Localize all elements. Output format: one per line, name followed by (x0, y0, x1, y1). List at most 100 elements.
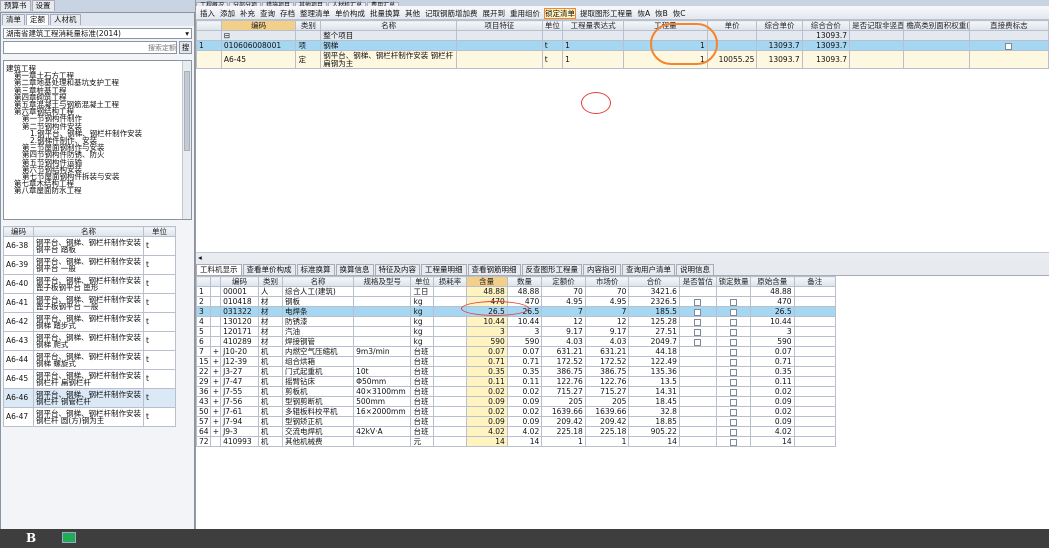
bottom-tab-0[interactable]: 工料机显示 (196, 264, 242, 275)
resource-row[interactable]: 7 + J10-20 机内燃空气压缩机 9m3/min 台班 0.07 0.07 631.21 6… (196, 346, 837, 357)
tree-node[interactable]: 第八章屋面防水工程 (6, 187, 189, 195)
checkbox[interactable] (729, 428, 737, 436)
tab-budget[interactable]: 预算书 (0, 0, 31, 11)
toolbar-item-8[interactable]: 其他 (405, 9, 420, 18)
resource-row[interactable]: 29 + J7-47 机摇臂钻床 Φ50mm 台班 0.11 0.11 122.76 122.76… (196, 376, 837, 387)
search-button[interactable]: 搜 (179, 41, 192, 54)
checkbox[interactable] (694, 308, 702, 316)
quota-row[interactable]: A6-46 钢平台、钢梯、钢栏杆制作安装 钢栏杆 钢管栏杆 t (3, 388, 176, 408)
checkbox[interactable] (729, 398, 737, 406)
direct-fee-checkbox[interactable] (1005, 42, 1013, 50)
resource-row[interactable]: 6 410289 材焊接钢管 kg 590 590 4.03 4.03 2049.7 590 (196, 336, 837, 347)
quota-row[interactable]: A6-40 钢平台、钢梯、钢栏杆制作安装 篦子板钢平台 篦形 t (3, 274, 176, 294)
bottom-tab-8[interactable]: 内容指引 (583, 264, 621, 275)
bill-cell-expr[interactable]: 1 (562, 40, 625, 51)
bottom-tab-3[interactable]: 换算信息 (335, 264, 374, 275)
resource-row[interactable]: 50 + J7-61 机多辊板料校平机 16×2000mm 台班 0.02 0.02 1639.… (196, 406, 837, 417)
bottom-tab-1[interactable]: 查看单价构成 (242, 264, 296, 275)
search-input[interactable] (3, 41, 177, 54)
image-icon[interactable] (62, 532, 76, 543)
toolbar-item-6[interactable]: 单价构成 (335, 9, 365, 18)
tab-top-4[interactable]: 人材机汇总 (328, 2, 367, 6)
tree-scrollbar[interactable] (182, 61, 191, 219)
tab-top-0[interactable]: 工程概况 (196, 2, 229, 6)
resource-row[interactable]: 43 + J7-56 机型钢剪断机 500mm 台班 0.09 0.09 205 205 18.45… (196, 396, 837, 407)
tab-top-5[interactable]: 费用汇总 (367, 2, 400, 6)
h-scrollbar[interactable]: ◂ (196, 252, 1049, 262)
toolbar-item-2[interactable]: 补充 (240, 9, 255, 18)
toolbar-item-15[interactable]: 恢B (655, 9, 668, 18)
resource-row[interactable]: 22 + J3-27 机门式起重机 10t 台班 0.35 0.35 386.75 386.75 1… (196, 366, 837, 377)
toolbar-item-7[interactable]: 批量换算 (370, 9, 400, 18)
quota-row[interactable]: A6-45 钢平台、钢梯、钢栏杆制作安装 钢栏杆 扁钢栏杆 t (3, 369, 176, 389)
checkbox[interactable] (729, 348, 737, 356)
quota-row[interactable]: A6-38 钢平台、钢梯、钢栏杆制作安装 钢平台 踏板 t (3, 236, 176, 256)
checkbox[interactable] (729, 338, 737, 346)
toolbar-item-0[interactable]: 插入 (200, 9, 215, 18)
checkbox[interactable] (729, 418, 737, 426)
checkbox[interactable] (729, 318, 737, 326)
toolbar-item-1[interactable]: 添加 (220, 9, 235, 18)
checkbox[interactable] (729, 308, 737, 316)
checkbox[interactable] (694, 338, 702, 346)
toolbar-item-12[interactable]: 锁定清单 (544, 8, 576, 19)
quota-row[interactable]: A6-44 钢平台、钢梯、钢栏杆制作安装 钢梯 螺旋式 t (3, 350, 176, 370)
chevron-down-icon[interactable]: ▾ (185, 29, 189, 38)
bottom-tab-7[interactable]: 反查图形工程量 (521, 264, 582, 275)
tab-top-3[interactable]: 其他项目 (295, 2, 328, 6)
toolbar-item-11[interactable]: 重用组价 (510, 9, 540, 18)
checkbox[interactable] (729, 388, 737, 396)
toolbar-item-10[interactable]: 展开到 (483, 9, 506, 18)
resource-row[interactable]: 72 410993 机其他机械费元 14 14 1 1 14 14 (196, 436, 837, 447)
checkbox[interactable] (694, 318, 702, 326)
resource-row[interactable]: 64 + J9-3 机交流电焊机 42kV·A 台班 4.02 4.02 225.18 225.1… (196, 426, 837, 437)
quota-row[interactable]: A6-39 钢平台、钢梯、钢栏杆制作安装 钢平台 一般 t (3, 255, 176, 275)
resource-row[interactable]: 4 130120 材防锈漆 kg 10.44 10.44 12 12 125.28 10.44 (196, 316, 837, 327)
chevron-left-icon[interactable]: ◂ (198, 253, 202, 262)
bottom-tab-9[interactable]: 查询用户清单 (622, 264, 675, 275)
tab-top-1[interactable]: 分部分项 (229, 2, 262, 6)
toolbar-item-14[interactable]: 恢A (638, 9, 651, 18)
tab-settings[interactable]: 设置 (31, 0, 55, 11)
checkbox[interactable] (729, 368, 737, 376)
total-row[interactable]: ⊟ 整个项目 13093.7 (196, 30, 1049, 41)
toolbar-item-16[interactable]: 恢C (673, 9, 686, 18)
quota-row[interactable]: A6-43 钢平台、钢梯、钢栏杆制作安装 钢梯 爬式 t (3, 331, 176, 351)
toolbar-item-4[interactable]: 存档 (280, 9, 295, 18)
bill-cell-expr[interactable]: 1 (562, 50, 625, 69)
checkbox[interactable] (729, 298, 737, 306)
quota-row[interactable]: A6-47 钢平台、钢梯、钢栏杆制作安装 钢栏杆 圆(方)钢为主 t (3, 407, 176, 427)
bottom-tab-10[interactable]: 说明信息 (676, 264, 714, 275)
bill-row[interactable]: 1 010606008001 项钢梯 t 1 1 13093.7 13093.7 (196, 40, 1049, 51)
checkbox[interactable] (729, 408, 737, 416)
tab-bill[interactable]: 清单 (2, 14, 25, 25)
resource-row[interactable]: 57 + J7-94 机型钢矫正机 台班 0.09 0.09 209.42 209.42 18.8… (196, 416, 837, 427)
checkbox[interactable] (729, 358, 737, 366)
bottom-tab-5[interactable]: 工程量明细 (421, 264, 467, 275)
quota-lib-select[interactable]: 湖南省建筑工程消耗量标准(2014) ▾ (3, 28, 192, 39)
bottom-tab-6[interactable]: 查看钢筋明细 (467, 264, 521, 275)
resource-row[interactable]: 36 + J7-55 机剪板机 40×3100mm 台班 0.02 0.02 715.27 715… (196, 386, 837, 397)
checkbox[interactable] (729, 378, 737, 386)
toolbar-item-9[interactable]: 记取钢筋增加费 (425, 9, 478, 18)
resource-row[interactable]: 15 + J12-39 机组合烘箱 台班 0.71 0.71 172.52 172.52 122.… (196, 356, 837, 367)
bottom-tab-2[interactable]: 标准换算 (296, 264, 335, 275)
tab-quota[interactable]: 定额 (26, 14, 49, 25)
resource-row[interactable]: 5 120171 材汽油 kg 3 3 9.17 9.17 27.51 3 (196, 326, 837, 337)
quota-row[interactable]: A6-42 钢平台、钢梯、钢栏杆制作安装 钢梯 踏步式 t (3, 312, 176, 332)
toolbar-item-13[interactable]: 提取图形工程量 (580, 9, 633, 18)
resource-cell (678, 436, 717, 447)
checkbox[interactable] (694, 328, 702, 336)
bold-button[interactable]: B (26, 531, 36, 545)
checkbox[interactable] (694, 298, 702, 306)
checkbox[interactable] (729, 328, 737, 336)
quota-row[interactable]: A6-41 钢平台、钢梯、钢栏杆制作安装 篦子板钢平台 一般 t (3, 293, 176, 313)
toolbar-item-3[interactable]: 查询 (260, 9, 275, 18)
toolbar-item-5[interactable]: 整理清单 (300, 9, 330, 18)
tab-labor-material[interactable]: 人材机 (50, 14, 81, 25)
checkbox[interactable] (729, 438, 737, 446)
resource-row[interactable]: 1 00001 人综合人工(建筑) 工日 48.88 48.88 70 70 3421.6 48.… (196, 286, 837, 297)
bottom-tab-4[interactable]: 特征及内容 (374, 264, 420, 275)
bill-row[interactable]: A6-45 定钢平台、钢梯、钢栏杆制作安装 钢栏杆 扁钢为主 t 1 1 10055.25… (196, 50, 1049, 69)
tab-top-2[interactable]: 措施项目 (262, 2, 295, 6)
